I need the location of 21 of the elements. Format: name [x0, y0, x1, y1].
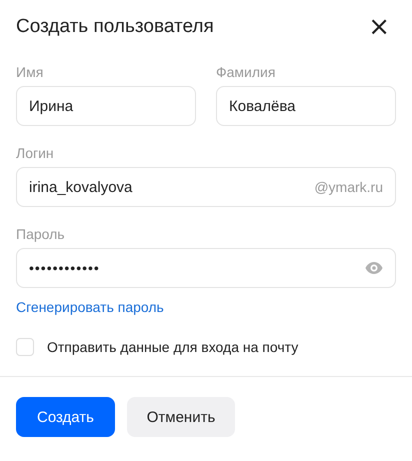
dialog-title: Создать пользователя	[16, 16, 214, 38]
field-value: Ковалёва	[229, 98, 296, 114]
field-label: Пароль	[16, 226, 66, 242]
create-button[interactable]: Создать	[16, 397, 115, 437]
generate-password-link[interactable]: Сгенерировать пароль	[16, 299, 164, 315]
eye-icon[interactable]	[365, 262, 383, 274]
domain-suffix: @ymark.ru	[314, 179, 383, 195]
checkbox[interactable]	[16, 338, 34, 356]
input-field[interactable]: Ковалёва	[216, 86, 396, 126]
field-value: Ирина	[29, 98, 74, 114]
checkbox-label: Отправить данные для входа на почту	[47, 339, 298, 355]
field-label: Логин	[16, 145, 55, 161]
input-field[interactable]: ••••••••••••	[16, 248, 396, 288]
input-field[interactable]: Ирина	[16, 86, 196, 126]
input-field[interactable]: irina_kovalyova @ymark.ru	[16, 167, 396, 207]
close-button[interactable]: ×	[362, 15, 396, 39]
field-value: irina_kovalyova	[29, 178, 132, 196]
field-label: Фамилия	[216, 64, 276, 80]
field-value: ••••••••••••	[29, 260, 100, 276]
cancel-button[interactable]: Отменить	[127, 397, 235, 437]
field-label: Имя	[16, 64, 44, 80]
